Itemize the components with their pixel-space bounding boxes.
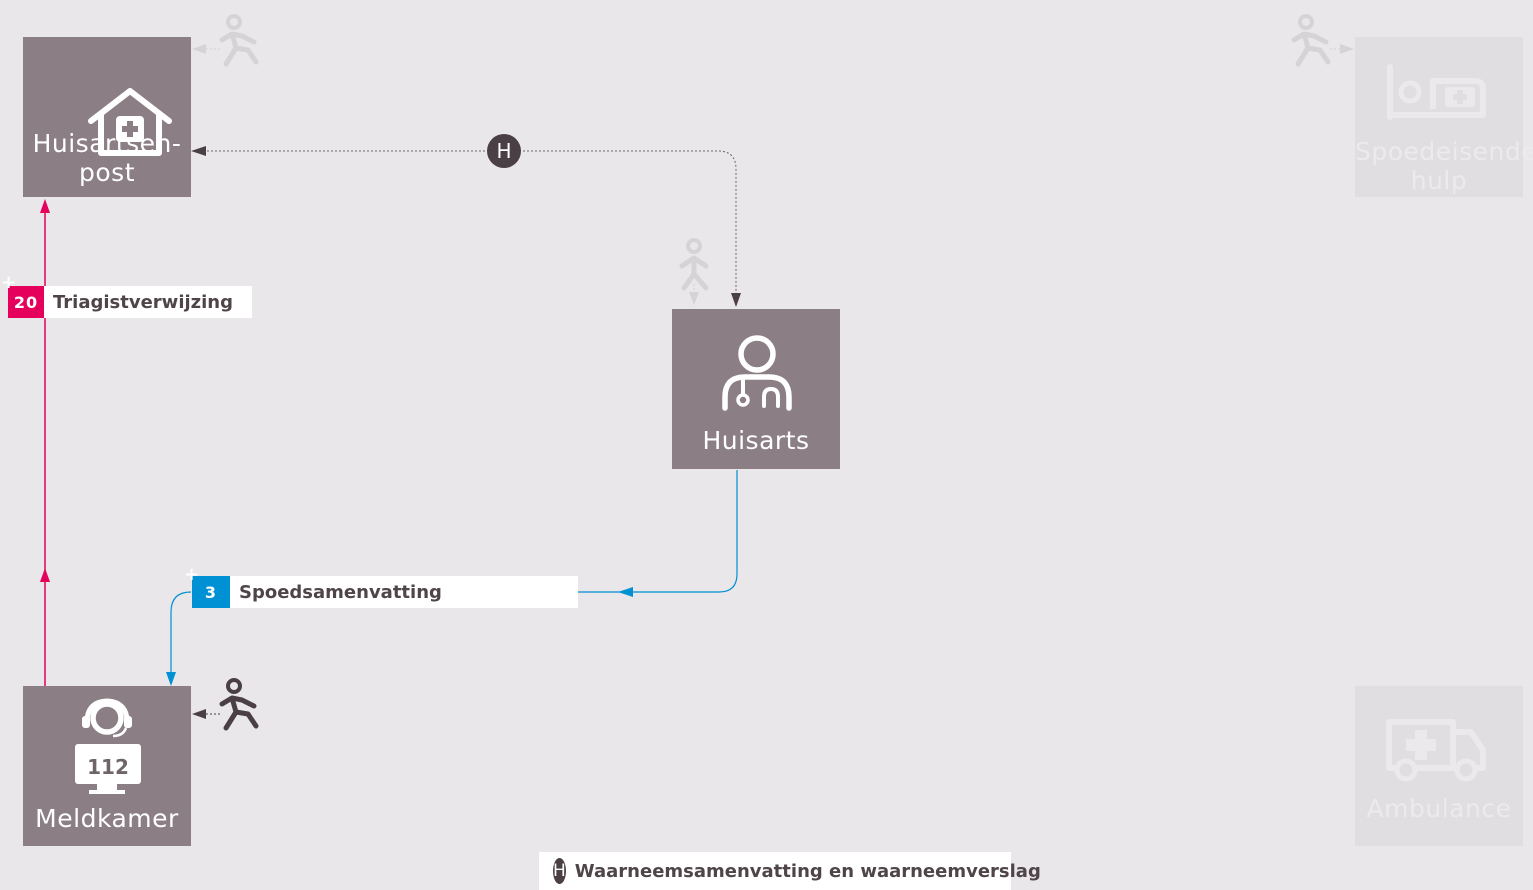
spoed-arrowhead-down: [166, 672, 176, 686]
tag-label: Triagistverwijzing: [53, 291, 233, 313]
patient-arrowhead-meldkamer: [192, 709, 206, 719]
patient-arrowhead-post: [192, 44, 206, 54]
plus-icon: +: [184, 564, 200, 585]
walking-person-icon: [1291, 14, 1331, 67]
tag-label: Spoedsamenvatting: [239, 581, 442, 603]
spoed-arrowhead-left: [618, 587, 633, 597]
node-huisarts[interactable]: Huisarts: [672, 309, 840, 469]
patient-arrowhead-seh: [1340, 44, 1354, 54]
node-label: Spoedeisende hulp: [1355, 137, 1533, 195]
h-arrowhead-left: [191, 146, 206, 156]
node-ambulance[interactable]: Ambulance: [1355, 686, 1523, 846]
triage-arrowhead-mid: [40, 568, 50, 582]
spoed-line-left: [170, 591, 192, 674]
walking-person-icon: [219, 14, 259, 67]
spoed-line-right: [578, 470, 738, 593]
patient-arrowhead-huisarts: [689, 292, 699, 305]
node-label: Ambulance: [1366, 794, 1512, 823]
node-huisartsenpost[interactable]: Huisartsen- post: [23, 37, 191, 197]
walking-person-icon: [679, 238, 709, 291]
screen-112-text: 112: [87, 755, 129, 779]
h-arrowhead-down: [731, 293, 741, 307]
legend-h-badge: H: [553, 858, 566, 884]
legend: H Waarneemsamenvatting en waarneemversla…: [539, 852, 1041, 890]
walking-person-icon: [219, 678, 259, 731]
tag-triagistverwijzing[interactable]: 20 Triagistverwijzing: [8, 286, 252, 318]
node-label: Meldkamer: [35, 804, 179, 833]
plus-icon: +: [1, 272, 17, 293]
h-badge[interactable]: H: [487, 134, 521, 168]
diagram-canvas: Huisartsen- post Huisarts 112 Meldkamer: [0, 0, 1533, 890]
node-meldkamer[interactable]: 112 Meldkamer: [23, 686, 191, 846]
h-connection-line: [203, 150, 737, 295]
node-label: Huisarts: [702, 426, 810, 455]
legend-text: Waarneemsamenvatting en waarneemverslag: [574, 860, 1041, 882]
tag-spoedsamenvatting[interactable]: 3 Spoedsamenvatting: [192, 576, 578, 608]
node-label: Huisartsen- post: [32, 129, 182, 187]
triage-arrowhead-top: [40, 199, 50, 213]
node-spoedeisende-hulp[interactable]: Spoedeisende hulp: [1355, 37, 1533, 197]
